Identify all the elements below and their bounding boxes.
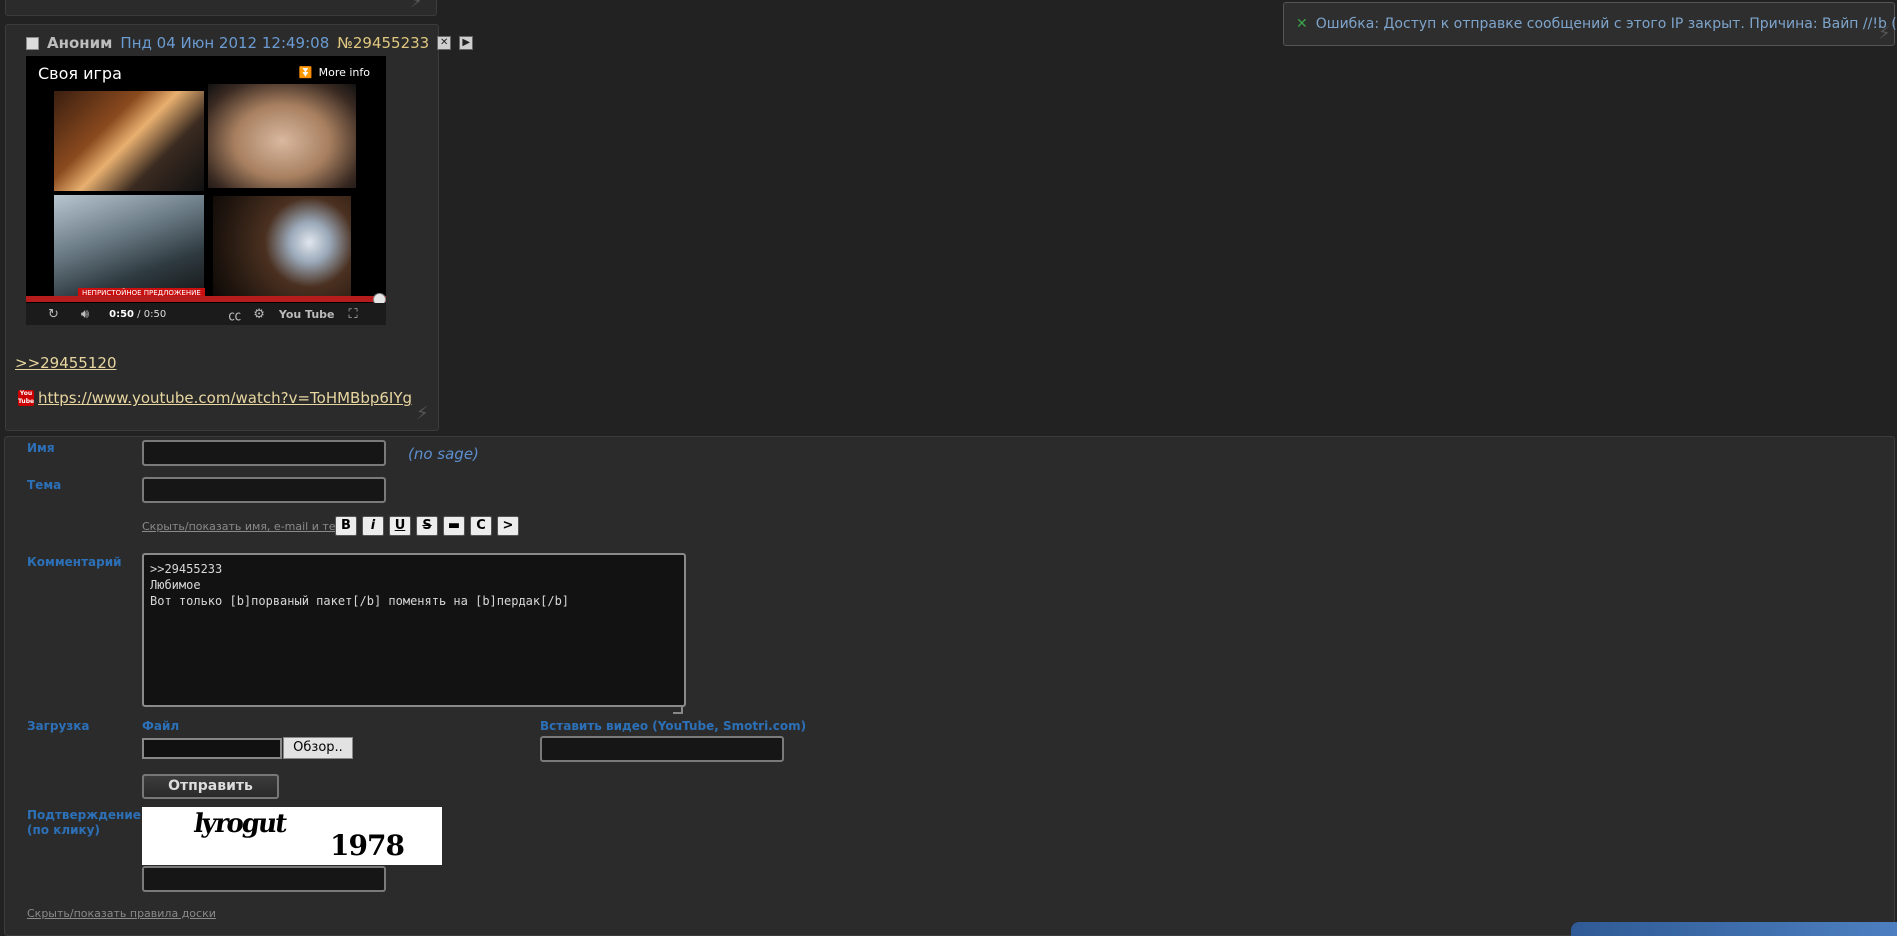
more-info-button[interactable]: ⏬ More info	[299, 66, 370, 79]
error-message: Ошибка: Доступ к отправке сообщений с эт…	[1315, 16, 1897, 32]
italic-button[interactable]: i	[362, 516, 384, 536]
captcha-input[interactable]	[142, 866, 386, 892]
video-thumbnail-2	[208, 84, 356, 188]
previous-post: ⚡	[5, 0, 437, 16]
close-icon[interactable]: ✕	[1296, 16, 1308, 32]
reply-link[interactable]: >>29455120	[15, 354, 116, 372]
spoiler-button[interactable]: ▬	[443, 516, 465, 536]
comment-label: Комментарий	[27, 555, 122, 569]
subject-label: Тема	[27, 478, 62, 492]
youtube-url-link[interactable]: https://www.youtube.com/watch?v=ToHMBbp6…	[38, 389, 412, 407]
youtube-logo[interactable]: You Tube	[279, 308, 335, 321]
video-progress-bar[interactable]	[26, 296, 386, 302]
post-date: Пнд 04 Июн 2012 12:49:08	[120, 34, 330, 52]
format-toolbar: B i U S ▬ C >	[335, 516, 519, 536]
subject-input[interactable]	[142, 477, 386, 503]
post-header: Аноним Пнд 04 Июн 2012 12:49:08 №2945523…	[26, 33, 474, 53]
captcha-number: 1978	[330, 829, 405, 862]
comment-textarea[interactable]: >>29455233 Любимое Вот только [b]порваны…	[142, 553, 686, 707]
video-player[interactable]: Своя игра ⏬ More info НЕПРИСТОЙНОЕ ПРЕДЛ…	[26, 56, 386, 325]
time-current: 0:50	[109, 308, 134, 320]
more-info-label: More info	[318, 66, 370, 79]
post-number[interactable]: №29455233	[337, 34, 429, 52]
name-input[interactable]	[142, 440, 386, 466]
fullscreen-icon[interactable]: ⛶	[349, 307, 358, 322]
code-button[interactable]: C	[470, 516, 492, 536]
post-select-checkbox[interactable]	[26, 36, 39, 50]
captions-icon[interactable]: ㏄	[228, 305, 241, 324]
video-thumbnail-3	[54, 195, 204, 298]
video-controls: ↻ 🔊︎ 0:50 / 0:50 ㏄ ⚙ You Tube ⛶	[26, 303, 386, 325]
replay-icon[interactable]: ↻	[48, 307, 59, 322]
video-embed-label: Вставить видео (YouTube, Smotri.com)	[540, 719, 807, 733]
captcha-label: Подтверждение (по клику)	[27, 808, 141, 837]
youtube-icon: You Tube	[18, 390, 35, 406]
poster-name: Аноним	[47, 34, 113, 52]
browse-button[interactable]: Обзор..	[283, 737, 353, 759]
captcha-word: lyrogut	[191, 809, 288, 839]
rules-toggle-link[interactable]: Скрыть/показать правила доски	[27, 907, 216, 920]
underline-button[interactable]: U	[389, 516, 411, 536]
captcha-image[interactable]: lyrogut 1978	[142, 807, 442, 865]
quote-button[interactable]: >	[497, 516, 519, 536]
notification-corner-icon: ⚡	[1878, 23, 1891, 44]
hide-post-button[interactable]: ✕	[437, 36, 452, 50]
resize-handle[interactable]	[673, 706, 683, 714]
settings-gear-icon[interactable]: ⚙	[253, 307, 265, 322]
bold-button[interactable]: B	[335, 516, 357, 536]
volume-icon[interactable]: 🔊︎	[81, 307, 89, 322]
name-label: Имя	[27, 441, 55, 455]
reply-arrow-icon[interactable]: ⚡	[410, 0, 428, 11]
toggle-fields-link[interactable]: Скрыть/показать имя, e-mail и тему	[142, 520, 350, 533]
reply-arrow-icon[interactable]: ⚡	[416, 405, 434, 423]
file-input[interactable]	[142, 738, 282, 759]
chevron-down-icon: ⏬	[298, 66, 313, 79]
sage-hint: (no sage)	[408, 445, 479, 463]
video-time: 0:50 / 0:50	[109, 309, 166, 320]
video-embed-input[interactable]	[540, 736, 784, 762]
time-total: / 0:50	[137, 308, 167, 320]
error-notification: ✕ Ошибка: Доступ к отправке сообщений с …	[1283, 2, 1897, 46]
bottom-toolbar[interactable]	[1571, 922, 1897, 936]
submit-button[interactable]: Отправить	[142, 774, 279, 799]
video-thumbnail-4	[213, 196, 351, 299]
video-thumbnail-1	[54, 91, 204, 191]
youtube-link-line: You Tube https://www.youtube.com/watch?v…	[18, 389, 412, 407]
upload-label: Загрузка	[27, 719, 90, 733]
strikethrough-button[interactable]: S	[416, 516, 438, 536]
post: Аноним Пнд 04 Июн 2012 12:49:08 №2945523…	[5, 24, 474, 431]
expand-post-button[interactable]: ▶	[459, 36, 474, 50]
video-title[interactable]: Своя игра	[38, 64, 122, 83]
file-label: Файл	[142, 719, 180, 733]
